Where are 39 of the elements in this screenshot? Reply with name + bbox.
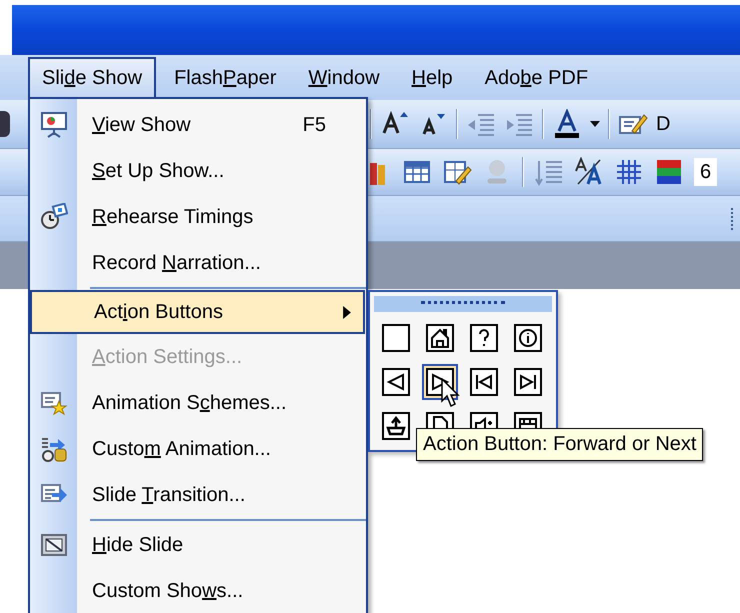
star-icon [40,389,68,417]
menu-item[interactable]: Custom Animation... [30,426,366,472]
menu-item[interactable]: View Show F5 [30,102,366,148]
projector-icon [40,111,68,139]
menu-item[interactable]: Rehearse Timings [30,194,366,240]
return-icon [382,412,410,440]
tooltip: Action Button: Forward or Next [416,428,704,461]
custom-animation-icon [40,435,68,463]
menu-item[interactable]: Custom Shows... [30,568,366,613]
info-icon [514,324,542,352]
menu-item[interactable]: Animation Schemes... [30,380,366,426]
begin-icon [470,368,498,396]
hide-slide-icon [40,531,68,559]
menu-item[interactable]: Set Up Show... [30,148,366,194]
cursor-icon [441,378,461,408]
stopwatch-icon [40,203,68,231]
menu-bar-item[interactable]: Adobe PDF [470,56,602,100]
menu-bar-item[interactable]: Window [294,56,394,100]
home-icon [426,324,454,352]
menu-bar-item[interactable]: FlashPaper [160,56,290,100]
blank-icon [382,324,410,352]
font-size-field[interactable]: 6 [694,158,718,186]
caret-icon[interactable] [590,121,600,127]
text-direction-icon[interactable] [574,157,604,187]
palette-drag-handle[interactable] [374,296,552,312]
menu-item[interactable]: Record Narration... [30,240,366,286]
shortcut-label: F5 [302,114,326,136]
menu-item[interactable]: Action Buttons [30,290,365,334]
back-icon [382,368,410,396]
help-icon [470,324,498,352]
font-color-icon[interactable] [552,109,582,139]
menu-bar-item[interactable]: Help [398,56,467,100]
color-scheme-icon[interactable] [654,157,684,187]
menu-item[interactable]: Slide Transition... [30,472,366,518]
toolbar-icon[interactable] [0,111,10,137]
menu-item[interactable]: Hide Slide [30,522,366,568]
toolbar-label: D [656,112,670,136]
grid-icon[interactable] [614,157,644,187]
end-icon [514,368,542,396]
